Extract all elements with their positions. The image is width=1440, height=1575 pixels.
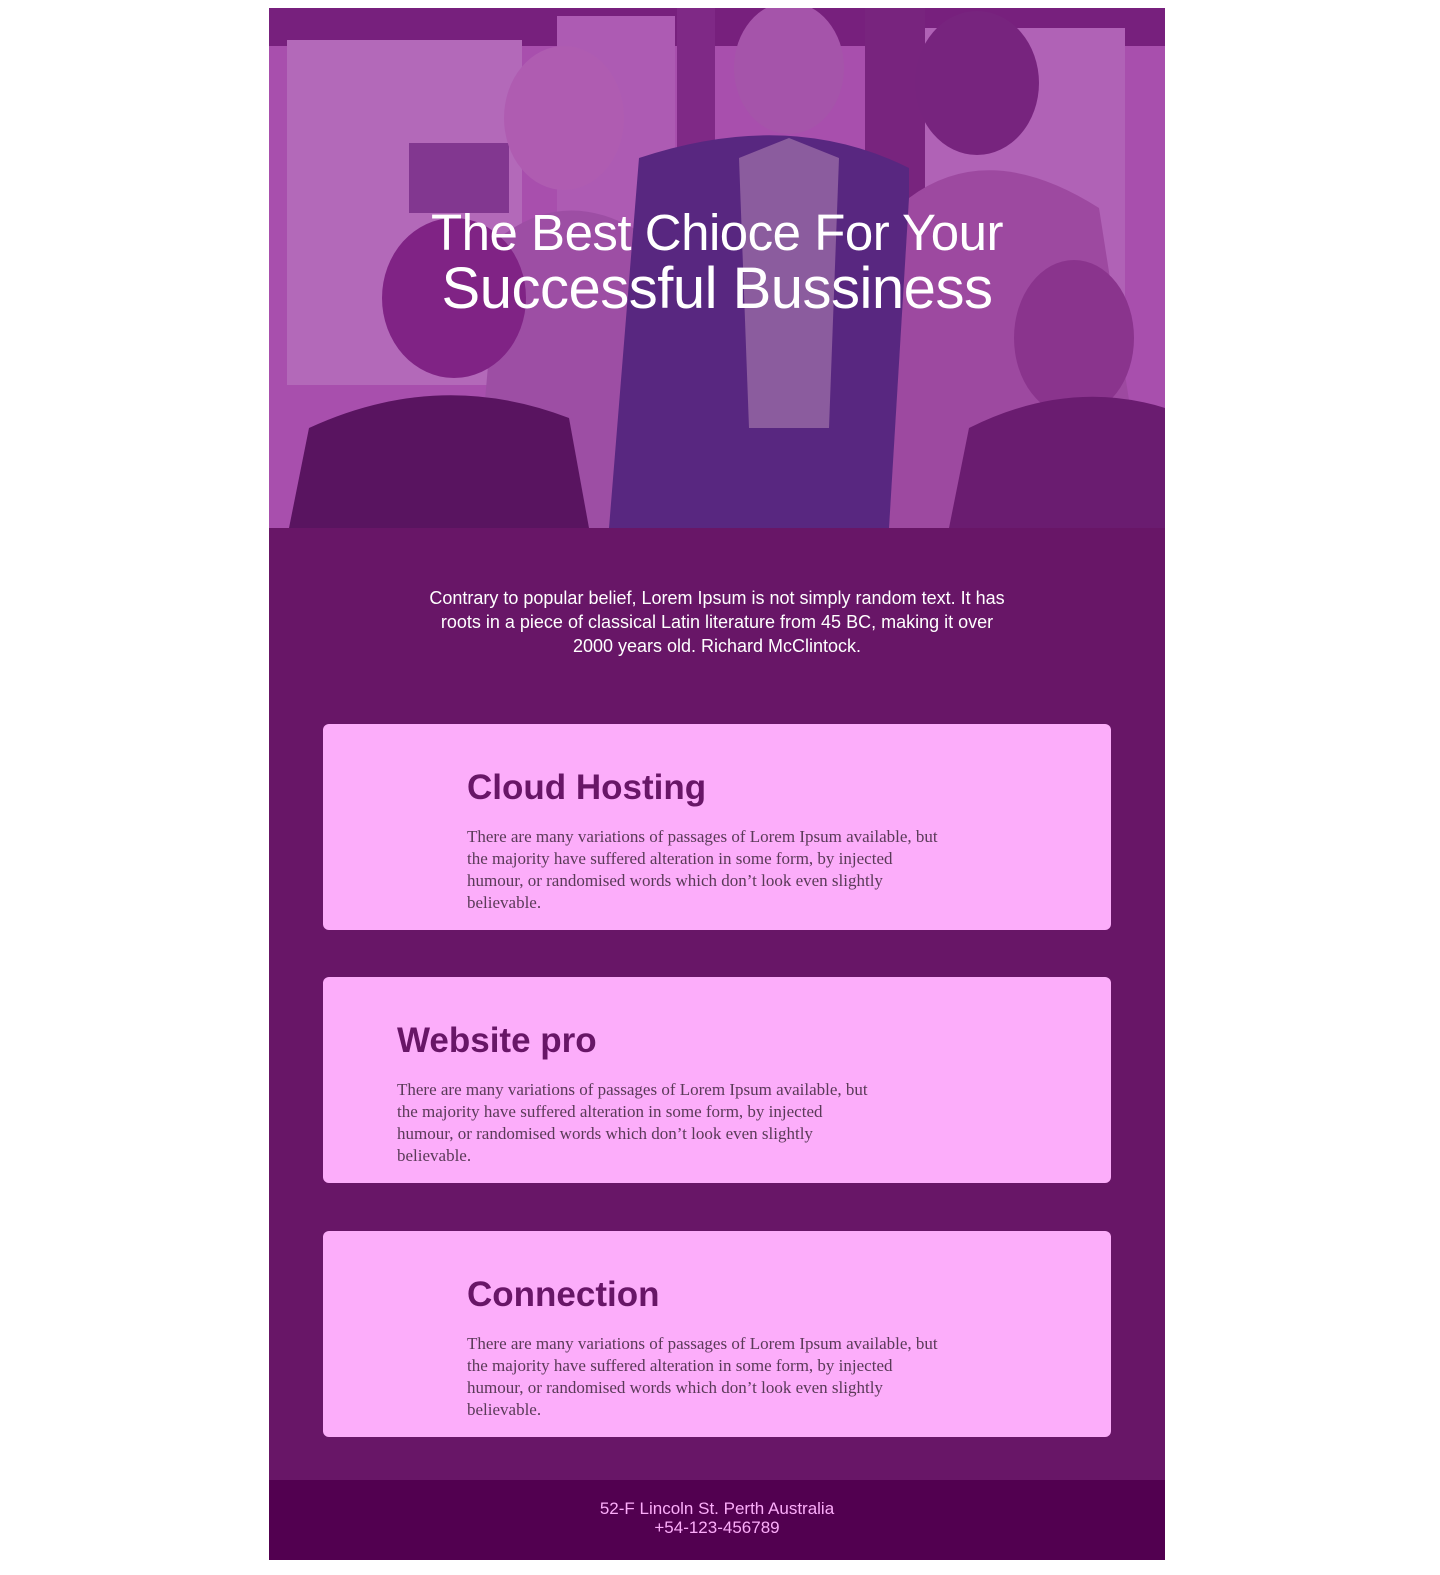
card-description: There are many variations of passages of… [467,827,938,912]
card-title: Cloud Hosting [467,768,707,807]
footer-address: 52-F Lincoln St. Perth Australia [599,1499,835,1518]
card-description: There are many variations of passages of… [467,1334,938,1419]
intro-text: Contrary to popular belief, Lorem Ipsum … [429,588,1005,656]
card-title: Website pro [397,1021,597,1060]
footer-phone[interactable]: +54-123-456789 [269,1518,1165,1537]
footer: 52-F Lincoln St. Perth Australia +54-123… [269,1480,1165,1560]
hero-title: The Best Chioce For Your Successful Buss… [269,206,1165,318]
service-card-connection: Connection There are many variations of … [323,1231,1111,1437]
hero-banner: The Best Chioce For Your Successful Buss… [269,8,1165,528]
hero-title-line2: Successful Bussiness [441,256,993,321]
hero-title-line1: The Best Chioce For Your [431,204,1004,261]
email-container: The Best Chioce For Your Successful Buss… [269,8,1165,1560]
service-card-website-pro: Website pro There are many variations of… [323,977,1111,1183]
service-card-cloud-hosting: Cloud Hosting There are many variations … [323,724,1111,930]
card-title: Connection [467,1275,660,1314]
card-description: There are many variations of passages of… [397,1080,868,1165]
